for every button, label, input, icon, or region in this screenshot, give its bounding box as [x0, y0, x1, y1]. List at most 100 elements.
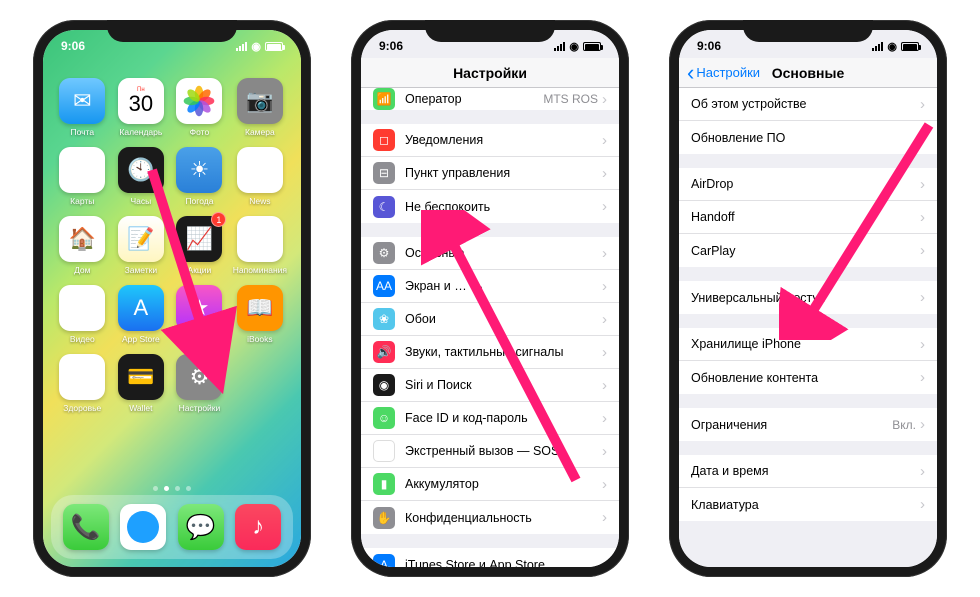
- row-label: Оператор: [405, 92, 543, 106]
- settings-row-faceid[interactable]: ☺Face ID и код-пароль›: [361, 402, 619, 435]
- dock: 📞 💬♪: [51, 495, 293, 559]
- app-label: Видео: [70, 334, 95, 344]
- settings-row-wallpaper[interactable]: ❀Обои›: [361, 303, 619, 336]
- app-wallet[interactable]: 💳Wallet: [118, 354, 164, 413]
- app-label: Карты: [70, 196, 94, 206]
- stocks-icon: 📈1: [176, 216, 222, 262]
- row-label: Клавиатура: [691, 498, 920, 512]
- mail-icon: ✉: [59, 78, 105, 124]
- row-label: CarPlay: [691, 244, 920, 258]
- back-button[interactable]: Настройки: [687, 62, 760, 84]
- general-row[interactable]: Обновление контента›: [679, 361, 937, 394]
- display-icon: AA: [373, 275, 395, 297]
- row-label: Основные: [405, 246, 602, 260]
- settings-row-general[interactable]: ⚙Основные›: [361, 237, 619, 270]
- phone-frame-home: 9:06 ◉ ✉ПочтаПн30КалендарьФото📷Камера🗺Ка…: [33, 20, 311, 577]
- chevron-icon: ›: [920, 209, 925, 226]
- settings-row-sounds[interactable]: 🔊Звуки, тактильные сигналы›: [361, 336, 619, 369]
- settings-row-carrier[interactable]: 📶ОператорMTS ROS›: [361, 88, 619, 110]
- settings-row-privacy[interactable]: ✋Конфиденциальность›: [361, 501, 619, 534]
- dock-messages[interactable]: 💬: [178, 504, 224, 550]
- phone-frame-settings: 9:06 ◉ Настройки 📶ОператорMTS ROS›◻Уведо…: [351, 20, 629, 577]
- app-label: Акции: [188, 265, 212, 275]
- general-list[interactable]: Об этом устройстве›Обновление ПО› AirDrop…: [679, 88, 937, 567]
- general-row[interactable]: ОграниченияВкл.›: [679, 408, 937, 441]
- row-label: Экран и … ть: [405, 279, 602, 293]
- cellular-icon: [554, 42, 565, 51]
- app-appstore[interactable]: AApp Store: [118, 285, 164, 344]
- app-home[interactable]: 🏠Дом: [59, 216, 105, 275]
- app-camera[interactable]: 📷Камера: [237, 78, 283, 137]
- app-settings[interactable]: ⚙2Настройки: [176, 354, 222, 413]
- chevron-icon: ›: [920, 416, 925, 433]
- settings-row-itunes[interactable]: AiTunes Store и App Store›: [361, 548, 619, 567]
- general-row[interactable]: Дата и время›: [679, 455, 937, 488]
- app-label: Календарь: [119, 127, 162, 137]
- wifi-icon: ◉: [887, 40, 897, 53]
- app-label: Фото: [190, 127, 210, 137]
- settings-screen: 9:06 ◉ Настройки 📶ОператорMTS ROS›◻Уведо…: [361, 30, 619, 567]
- app-notes[interactable]: 📝Заметки: [118, 216, 164, 275]
- itunesstore-icon: ★: [176, 285, 222, 331]
- home-screen: 9:06 ◉ ✉ПочтаПн30КалендарьФото📷Камера🗺Ка…: [43, 30, 301, 567]
- cellular-icon: [236, 42, 247, 51]
- app-maps[interactable]: 🗺Карты: [59, 147, 105, 206]
- general-row[interactable]: CarPlay›: [679, 234, 937, 267]
- dock-music[interactable]: ♪: [235, 504, 281, 550]
- row-label: Siri и Поиск: [405, 378, 602, 392]
- app-mail[interactable]: ✉Почта: [59, 78, 105, 137]
- notch: [107, 20, 237, 42]
- chevron-icon: ›: [602, 198, 607, 215]
- sounds-icon: 🔊: [373, 341, 395, 363]
- row-label: Универсальный доступ: [691, 291, 920, 305]
- chevron-icon: ›: [920, 176, 925, 193]
- settings-row-dnd[interactable]: ☾Не беспокоить›: [361, 190, 619, 223]
- row-label: Handoff: [691, 210, 920, 224]
- nav-bar: Настройки Основные: [679, 58, 937, 88]
- dock-safari[interactable]: [120, 504, 166, 550]
- general-row[interactable]: Хранилище iPhone›: [679, 328, 937, 361]
- general-icon: ⚙: [373, 242, 395, 264]
- dock-phone[interactable]: 📞: [63, 504, 109, 550]
- row-label: iTunes Store и App Store: [405, 558, 602, 568]
- settings-list[interactable]: 📶ОператорMTS ROS› ◻Уведомления› ⊟ Пункт упр…: [361, 88, 619, 567]
- general-row[interactable]: Обновление ПО›: [679, 121, 937, 154]
- app-label: i… Store: [183, 334, 216, 344]
- row-label: Face ID и код-пароль: [405, 411, 602, 425]
- general-row[interactable]: Об этом устройстве›: [679, 88, 937, 121]
- control-center-icon: ⊟: [373, 162, 395, 184]
- camera-icon: 📷: [237, 78, 283, 124]
- settings-row-battery[interactable]: ▮Аккумулятор›: [361, 468, 619, 501]
- row-value: MTS ROS: [543, 92, 598, 106]
- app-stocks[interactable]: 📈1 Акции: [176, 216, 222, 275]
- settings-row-siri[interactable]: ◉Siri и Поиск›: [361, 369, 619, 402]
- general-row[interactable]: Клавиатура›: [679, 488, 937, 521]
- app-clock[interactable]: 🕙Часы: [118, 147, 164, 206]
- general-row[interactable]: Универсальный доступ›: [679, 281, 937, 314]
- app-tv[interactable]: ▸Видео: [59, 285, 105, 344]
- app-calendar[interactable]: Пн30Календарь: [118, 78, 164, 137]
- battery-icon: [265, 42, 283, 51]
- general-screen: 9:06 ◉ Настройки Основные Об этом устрой…: [679, 30, 937, 567]
- row-label: Не беспокоить: [405, 200, 602, 214]
- row-label: Аккумулятор: [405, 477, 602, 491]
- app-weather[interactable]: ☀Погода: [176, 147, 222, 206]
- settings-row-display[interactable]: AAЭкран и … ть›: [361, 270, 619, 303]
- app-reminders[interactable]: ☑Напоминания: [233, 216, 287, 275]
- row-label: Звуки, тактильные сигналы: [405, 345, 602, 359]
- app-health[interactable]: ♥Здоровье: [59, 354, 105, 413]
- app-itunesstore[interactable]: ★ i… Store: [176, 285, 222, 344]
- page-dots[interactable]: [43, 486, 301, 491]
- settings-row-notifications[interactable]: ◻Уведомления›: [361, 124, 619, 157]
- home-icon: 🏠: [59, 216, 105, 262]
- app-news[interactable]: NNews: [237, 147, 283, 206]
- app-photos[interactable]: Фото: [176, 78, 222, 137]
- app-books[interactable]: 📖iBooks: [237, 285, 283, 344]
- general-row[interactable]: Handoff›: [679, 201, 937, 234]
- settings-row-control-center[interactable]: ⊟Пункт управления›: [361, 157, 619, 190]
- status-indicators: ◉: [554, 40, 601, 53]
- general-row[interactable]: AirDrop›: [679, 168, 937, 201]
- row-label: Пункт управления: [405, 166, 602, 180]
- settings-row-sos[interactable]: SOSЭкстренный вызов — SOS›: [361, 435, 619, 468]
- wifi-icon: ◉: [569, 40, 579, 53]
